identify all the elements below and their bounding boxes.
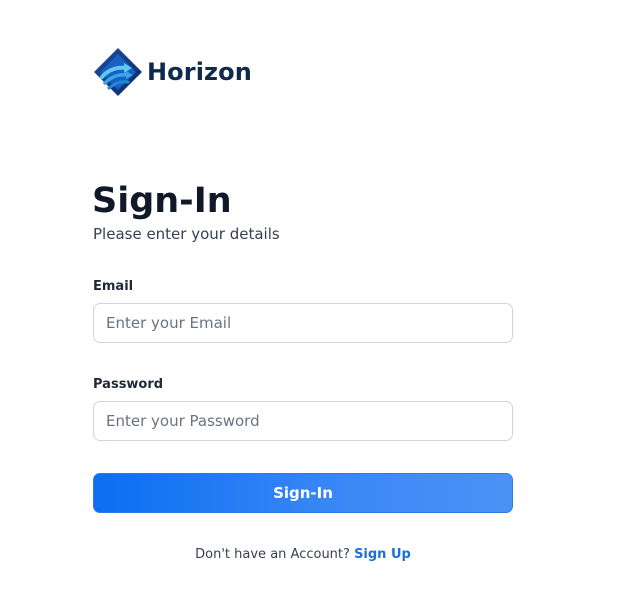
- page-subtitle: Please enter your details: [93, 225, 280, 243]
- sign-up-link[interactable]: Sign Up: [354, 547, 411, 562]
- password-label: Password: [93, 377, 164, 392]
- sign-in-page: Horizon Sign-In Please enter your detail…: [0, 0, 644, 602]
- brand: Horizon: [93, 47, 252, 97]
- sign-in-button[interactable]: Sign-In: [93, 473, 513, 513]
- brand-name: Horizon: [147, 58, 252, 86]
- horizon-logo-icon: [94, 48, 142, 96]
- password-field[interactable]: [93, 401, 513, 441]
- email-label: Email: [93, 279, 134, 294]
- signup-prompt-text: Don't have an Account?: [195, 547, 350, 562]
- email-field[interactable]: [93, 303, 513, 343]
- page-title: Sign-In: [92, 181, 232, 221]
- signup-prompt-row: Don't have an Account? Sign Up: [93, 545, 513, 565]
